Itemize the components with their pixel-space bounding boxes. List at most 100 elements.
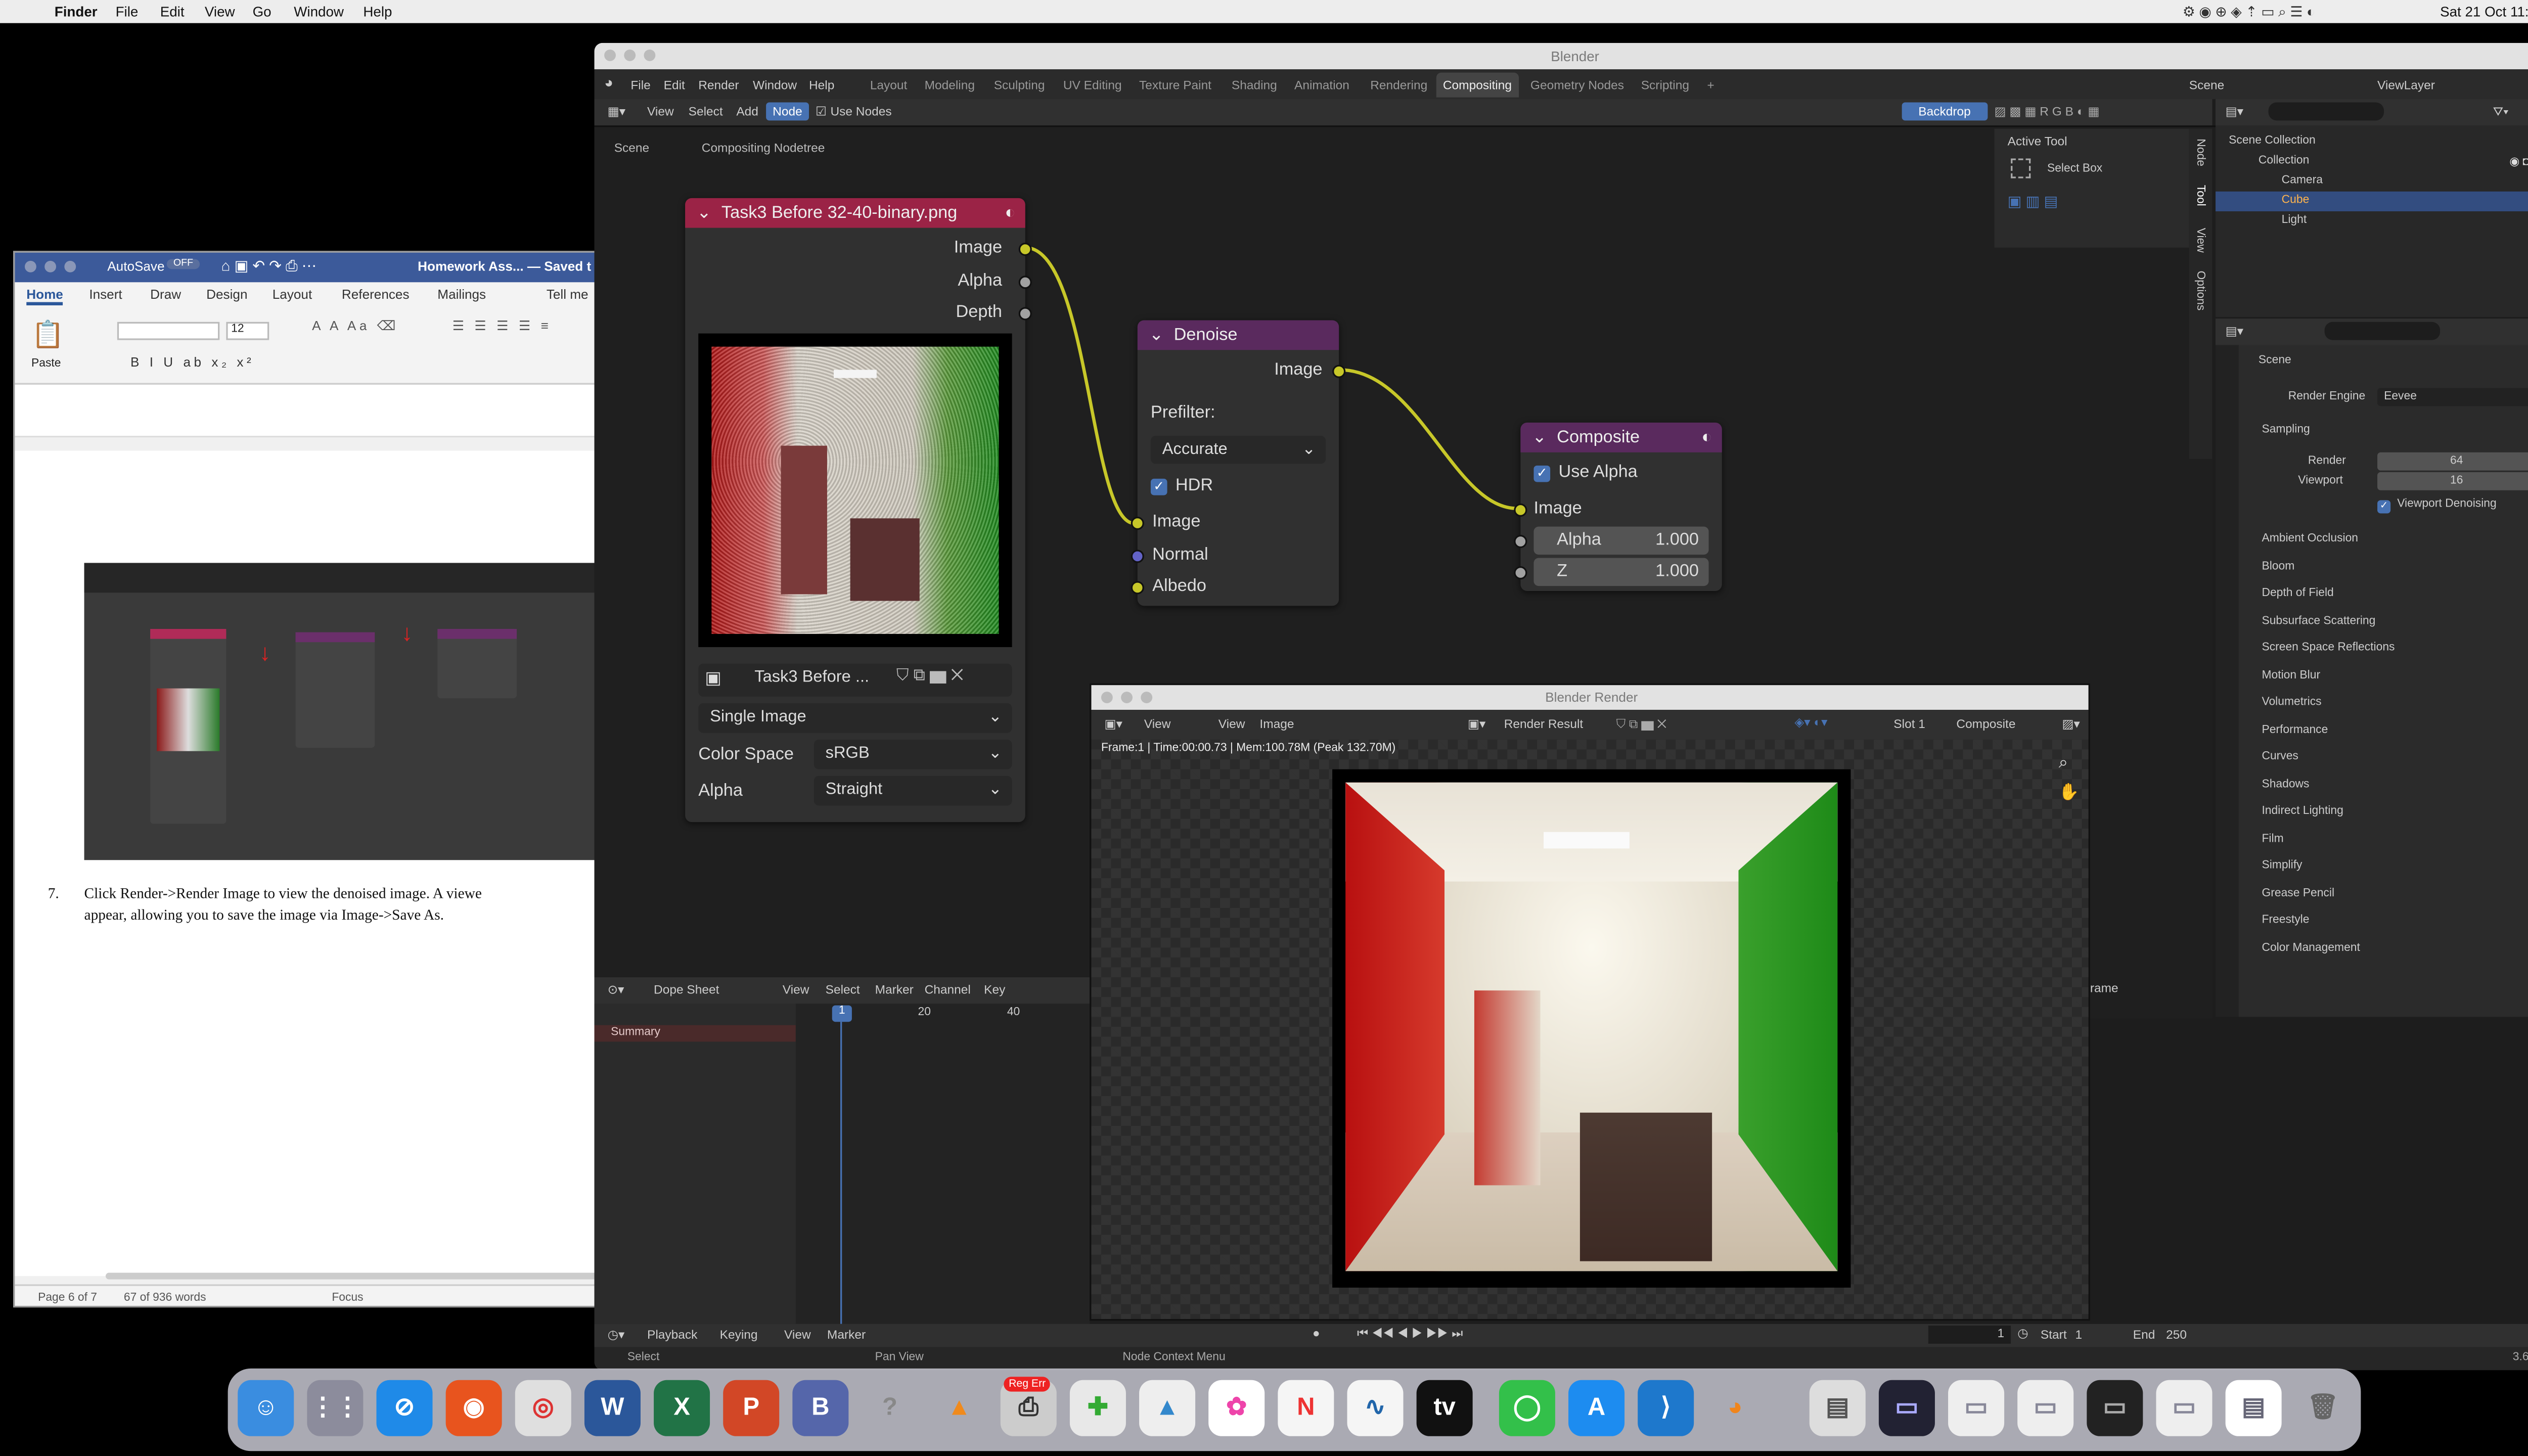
composite-node-header[interactable]: ⌄ Composite ◐ [1520, 422, 1722, 452]
preview-icon[interactable]: ◐ [1701, 423, 1712, 452]
status-page[interactable]: Page 6 of 7 [38, 1293, 97, 1304]
editor-type-icon[interactable]: ▣▾ [1104, 716, 1122, 731]
close-button[interactable] [1101, 692, 1113, 704]
sampling-panel[interactable]: Sampling [2262, 424, 2310, 436]
view-mode-dropdown[interactable]: View [1144, 716, 1171, 731]
collapse-icon[interactable]: ⌄ [1532, 423, 1547, 452]
word-icon[interactable]: W [584, 1380, 641, 1436]
preview-icon[interactable]: ◐ [1005, 198, 1015, 228]
panel-shadows[interactable]: Shadows [2262, 779, 2309, 791]
outliner-light[interactable]: Light [2282, 214, 2307, 226]
panel-simplify[interactable]: Simplify [2262, 860, 2302, 872]
panel-bloom[interactable]: Bloom [2262, 561, 2294, 573]
tab-tool[interactable]: Tool [2194, 185, 2206, 206]
alpha-dropdown[interactable]: Straight ⌄ [814, 776, 1012, 806]
zoom-button[interactable] [64, 260, 76, 272]
status-words[interactable]: 67 of 936 words [124, 1293, 206, 1304]
menu-help[interactable]: Help [363, 4, 392, 20]
select-mode-icons[interactable]: ▣ ▥ ▤ [2008, 193, 2058, 211]
close-button[interactable] [24, 260, 36, 272]
image-node[interactable]: ⌄ Task3 Before 32-40-binary.png ◐ Image … [685, 198, 1032, 823]
panel-freestyle[interactable]: Freestyle [2262, 915, 2309, 926]
in-image-socket[interactable] [1514, 503, 1527, 517]
pass-dropdown[interactable]: Composite [1956, 716, 2015, 731]
keying-menu[interactable]: Keying [720, 1327, 758, 1342]
panel-subsurface[interactable]: Subsurface Scattering [2262, 616, 2375, 627]
render-engine-dropdown[interactable]: Eevee [2377, 388, 2528, 406]
z-field[interactable]: Z 1.000 [1533, 558, 1709, 586]
autosave-toggle[interactable]: OFF [166, 259, 200, 269]
dope-sheet[interactable]: ⊙▾ Dope Sheet View Select Marker Channel… [594, 977, 1090, 1324]
excel-icon[interactable]: X [654, 1380, 710, 1436]
denoise-node[interactable]: ⌄ Denoise Image Prefilter: Accurate ⌄ ✓ … [1131, 320, 1346, 606]
use-alpha-checkbox[interactable]: ✓ [1533, 465, 1551, 482]
help-icon[interactable]: ? [862, 1380, 918, 1436]
panel-film[interactable]: Film [2262, 834, 2283, 845]
collapse-icon[interactable]: ⌄ [1149, 320, 1164, 350]
bbedit-icon[interactable]: B [792, 1380, 849, 1436]
display-channels-icon[interactable]: ▨▾ [2062, 716, 2080, 731]
slot-dropdown[interactable]: Slot 1 [1893, 716, 1925, 731]
menu-key[interactable]: Key [984, 982, 1005, 997]
playback-menu[interactable]: Playback [647, 1327, 697, 1342]
view-menu[interactable]: View [784, 1327, 811, 1342]
in-albedo-socket[interactable] [1131, 581, 1144, 595]
denoise-node-header[interactable]: ⌄ Denoise [1137, 320, 1339, 350]
window-thumbnail-icon[interactable]: ▭ [1878, 1380, 1935, 1436]
panel-indirect-lighting[interactable]: Indirect Lighting [2262, 805, 2343, 817]
window-thumbnail-icon[interactable]: ▤ [2225, 1380, 2282, 1436]
filter-icon[interactable]: ⛛▾ [2493, 104, 2509, 121]
clock-icon[interactable]: ◷ [2017, 1326, 2028, 1340]
playhead[interactable] [840, 1022, 842, 1324]
minimize-button[interactable] [1121, 692, 1133, 704]
hand-icon[interactable]: ✋ [2059, 784, 2080, 802]
prefilter-dropdown[interactable]: Accurate ⌄ [1150, 436, 1326, 464]
clock[interactable]: Sat 21 Oct 11:40am [2440, 4, 2528, 20]
alpha-field[interactable]: Alpha 1.000 [1533, 526, 1709, 555]
in-image-socket[interactable] [1131, 517, 1144, 530]
trash-icon[interactable]: 🗑 [2295, 1380, 2351, 1436]
menu-go[interactable]: Go [253, 4, 272, 20]
tab-node[interactable]: Node [2194, 139, 2206, 166]
tab-home[interactable]: Home [26, 287, 63, 306]
news-icon[interactable]: N [1278, 1380, 1334, 1436]
out-image-socket[interactable] [1018, 242, 1032, 256]
blender-icon[interactable]: ◕ [1707, 1380, 1763, 1436]
format-buttons[interactable]: B I U ab x₂ x² [130, 355, 254, 370]
chrome-icon[interactable]: ◎ [515, 1380, 571, 1436]
render-samples-field[interactable]: 64 [2377, 452, 2528, 471]
color-space-dropdown[interactable]: sRGB ⌄ [814, 739, 1012, 769]
panel-grease-pencil[interactable]: Grease Pencil [2262, 888, 2334, 900]
image-type-icon[interactable]: ▣▾ [1468, 716, 1485, 731]
editor-type-icon[interactable]: ⊙▾ [608, 982, 624, 997]
focus-button[interactable]: Focus [332, 1293, 363, 1304]
tab-references[interactable]: References [342, 287, 410, 302]
launchpad-icon[interactable]: ⋮⋮ [307, 1380, 364, 1436]
menu-view[interactable]: View [783, 982, 809, 997]
viewport-denoising-checkbox[interactable]: ✓ [2377, 500, 2391, 514]
menu-channel[interactable]: Channel [925, 982, 971, 997]
menu-select[interactable]: Select [826, 982, 860, 997]
start-field[interactable]: 1 [2075, 1327, 2082, 1342]
out-alpha-socket[interactable] [1018, 276, 1032, 289]
properties-search[interactable] [2324, 322, 2441, 340]
image-browse-icon[interactable]: ▣ [705, 668, 721, 688]
freeform-icon[interactable]: ∿ [1347, 1380, 1404, 1436]
safari-icon[interactable]: ⊘ [376, 1380, 433, 1436]
panel-performance[interactable]: Performance [2262, 724, 2328, 736]
tab-draw[interactable]: Draw [150, 287, 181, 302]
in-alpha-socket[interactable] [1514, 534, 1527, 549]
menu-view[interactable]: View [205, 4, 235, 20]
panel-motion-blur[interactable]: Motion Blur [2262, 670, 2320, 682]
panel-ssr[interactable]: Screen Space Reflections [2262, 642, 2395, 654]
marker-menu[interactable]: Marker [827, 1327, 866, 1342]
viewport-samples-field[interactable]: 16 [2377, 472, 2528, 490]
collection-item[interactable]: Collection [2259, 155, 2309, 167]
window-thumbnail-icon[interactable]: ▭ [2087, 1380, 2143, 1436]
style-buttons[interactable]: A A Aa ⌫ [312, 318, 399, 333]
playback-controls[interactable]: ⏮ ◀◀ ◀ ▶ ▶▶ ⏭ [1357, 1326, 1463, 1342]
overlay-icons[interactable]: ◈▾ ◐▾ [1794, 715, 1827, 730]
document-icon[interactable]: ▤ [1809, 1380, 1866, 1436]
font-name-field[interactable] [117, 322, 220, 340]
panel-volumetrics[interactable]: Volumetrics [2262, 697, 2321, 708]
